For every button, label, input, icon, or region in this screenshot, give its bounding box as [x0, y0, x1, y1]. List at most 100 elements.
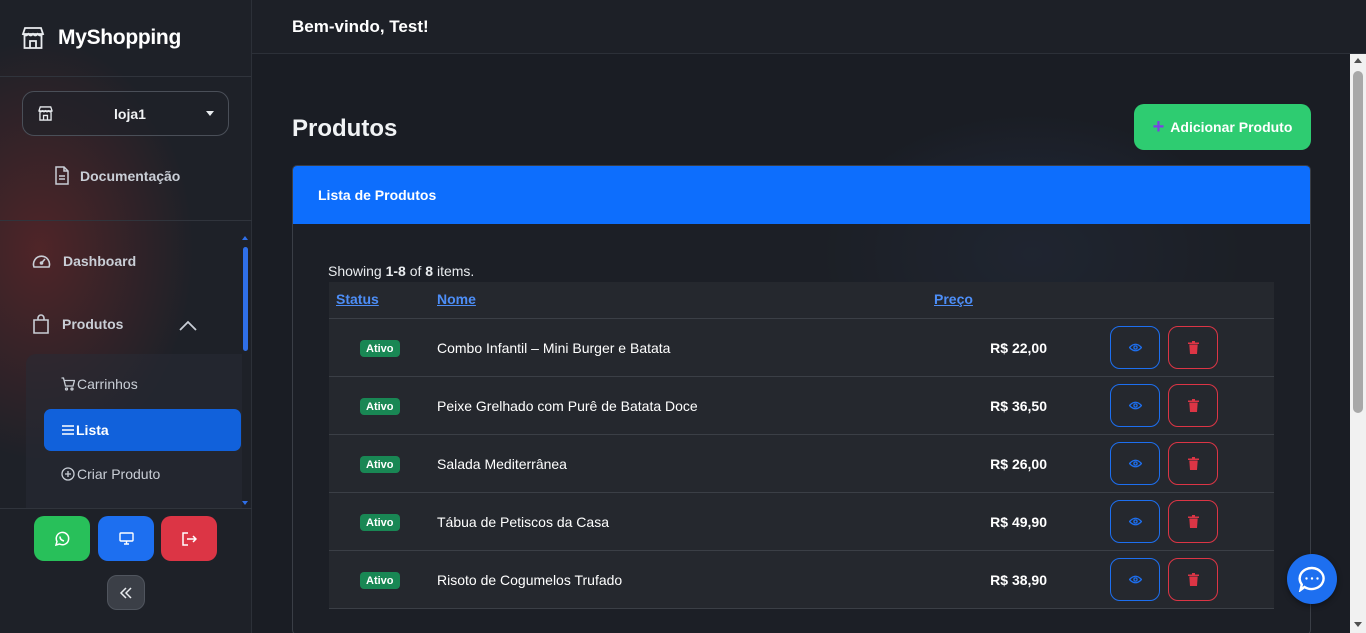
- document-icon: [55, 166, 69, 185]
- summary-middle: of: [405, 263, 426, 279]
- documentation-link[interactable]: Documentação: [54, 166, 180, 185]
- scroll-down-arrow[interactable]: [1354, 622, 1362, 627]
- eye-icon: [1128, 575, 1142, 584]
- sidebar-item-dashboard[interactable]: Dashboard: [32, 253, 136, 269]
- store-name: loja1: [114, 105, 146, 122]
- divider: [0, 508, 252, 509]
- sidebar-scrollbar[interactable]: [243, 247, 248, 351]
- chat-button[interactable]: [1287, 554, 1337, 604]
- delete-button[interactable]: [1168, 558, 1218, 601]
- product-name: Risoto de Cogumelos Trufado: [437, 572, 623, 588]
- scroll-up-arrow[interactable]: [242, 236, 248, 240]
- eye-icon: [1128, 343, 1142, 352]
- view-button[interactable]: [1110, 442, 1160, 485]
- table-row: Ativo Peixe Grelhado com Purê de Batata …: [329, 377, 1274, 435]
- product-price: R$ 26,00: [990, 456, 1047, 472]
- trash-icon: [1187, 341, 1199, 354]
- products-table: Status Nome Preço Ativo Combo Infantil –…: [329, 282, 1274, 609]
- topbar: Bem-vindo, Test!: [252, 0, 1366, 54]
- delete-button[interactable]: [1168, 384, 1218, 427]
- table-row: Ativo Salada Mediterrânea R$ 26,00: [329, 435, 1274, 493]
- table-row: Ativo Tábua de Petiscos da Casa R$ 49,90: [329, 493, 1274, 551]
- sidebar: MyShopping loja1 Documentação Dashboard …: [0, 0, 252, 633]
- eye-icon: [1128, 401, 1142, 410]
- summary-prefix: Showing: [328, 263, 386, 279]
- page-scrollbar[interactable]: [1350, 54, 1366, 633]
- main-content: Produtos + Adicionar Produto Lista de Pr…: [252, 54, 1350, 633]
- product-name: Salada Mediterrânea: [437, 456, 567, 472]
- submenu-label: Criar Produto: [77, 466, 161, 482]
- product-name: Combo Infantil – Mini Burger e Batata: [437, 340, 671, 356]
- summary-range: 1-8: [385, 263, 406, 279]
- sidebar-item-label: Produtos: [62, 316, 124, 332]
- plus-circle-icon: [61, 467, 75, 481]
- brand-name: MyShopping: [58, 26, 181, 49]
- chevron-up-icon[interactable]: [179, 320, 197, 331]
- submenu-item-criar-produto[interactable]: Criar Produto: [61, 466, 160, 482]
- collapse-sidebar-button[interactable]: [107, 575, 145, 610]
- add-product-label: Adicionar Produto: [1170, 119, 1293, 135]
- delete-button[interactable]: [1168, 326, 1218, 369]
- store-selector[interactable]: loja1: [22, 91, 229, 136]
- product-price: R$ 22,00: [990, 340, 1047, 356]
- product-name: Tábua de Petiscos da Casa: [437, 514, 609, 530]
- whatsapp-button[interactable]: [34, 516, 90, 561]
- view-button[interactable]: [1110, 384, 1160, 427]
- table-header: Status Nome Preço: [329, 282, 1274, 319]
- chat-bubble-icon: [1298, 566, 1325, 592]
- submenu-item-carrinhos[interactable]: Carrinhos: [61, 376, 138, 392]
- summary-total: 8: [425, 263, 434, 279]
- add-product-button[interactable]: + Adicionar Produto: [1134, 104, 1311, 150]
- status-badge: Ativo: [360, 572, 400, 589]
- column-header-preco[interactable]: Preço: [934, 291, 973, 307]
- table-row: Ativo Combo Infantil – Mini Burger e Bat…: [329, 319, 1274, 377]
- delete-button[interactable]: [1168, 500, 1218, 543]
- plus-icon: +: [1152, 116, 1165, 138]
- welcome-message: Bem-vindo, Test!: [292, 16, 429, 36]
- card-title: Lista de Produtos: [318, 187, 437, 203]
- eye-icon: [1128, 459, 1142, 468]
- column-header-nome[interactable]: Nome: [437, 291, 476, 307]
- status-badge: Ativo: [360, 398, 400, 415]
- sidebar-item-label: Dashboard: [63, 253, 137, 269]
- list-icon: [62, 425, 74, 435]
- desktop-button[interactable]: [98, 516, 154, 561]
- logout-icon: [182, 531, 197, 546]
- view-button[interactable]: [1110, 500, 1160, 543]
- submenu-label: Carrinhos: [77, 376, 138, 392]
- trash-icon: [1187, 399, 1199, 412]
- view-button[interactable]: [1110, 326, 1160, 369]
- whatsapp-icon: [54, 531, 70, 546]
- store-icon: [38, 106, 53, 121]
- produtos-submenu: Carrinhos Lista Criar Produto: [26, 354, 242, 508]
- card-header: Lista de Produtos: [293, 166, 1310, 224]
- trash-icon: [1187, 457, 1199, 470]
- eye-icon: [1128, 517, 1142, 526]
- page-title: Produtos: [292, 115, 398, 142]
- scrollbar-thumb[interactable]: [1353, 71, 1363, 413]
- delete-button[interactable]: [1168, 442, 1218, 485]
- cart-icon: [61, 377, 75, 391]
- product-price: R$ 36,50: [990, 398, 1047, 414]
- store-icon: [21, 27, 45, 49]
- product-price: R$ 49,90: [990, 514, 1047, 530]
- status-badge: Ativo: [360, 514, 400, 531]
- documentation-label: Documentação: [80, 167, 181, 184]
- brand[interactable]: MyShopping: [0, 0, 251, 77]
- submenu-label: Lista: [76, 422, 109, 438]
- status-badge: Ativo: [360, 340, 400, 357]
- scroll-down-arrow[interactable]: [242, 501, 248, 505]
- trash-icon: [1187, 515, 1199, 528]
- items-summary: Showing 1-8 of 8 items.: [328, 263, 474, 279]
- monitor-icon: [118, 532, 134, 545]
- logout-button[interactable]: [161, 516, 217, 561]
- sidebar-nav: Dashboard Produtos Carrinhos Lista Criar…: [0, 221, 252, 508]
- product-list-card: Lista de Produtos Showing 1-8 of 8 items…: [292, 165, 1311, 633]
- column-header-status[interactable]: Status: [336, 291, 379, 307]
- scroll-up-arrow[interactable]: [1354, 58, 1362, 63]
- sidebar-item-produtos[interactable]: Produtos: [32, 314, 123, 334]
- submenu-item-lista[interactable]: Lista: [44, 409, 241, 451]
- chevron-down-icon: [206, 111, 214, 116]
- view-button[interactable]: [1110, 558, 1160, 601]
- product-price: R$ 38,90: [990, 572, 1047, 588]
